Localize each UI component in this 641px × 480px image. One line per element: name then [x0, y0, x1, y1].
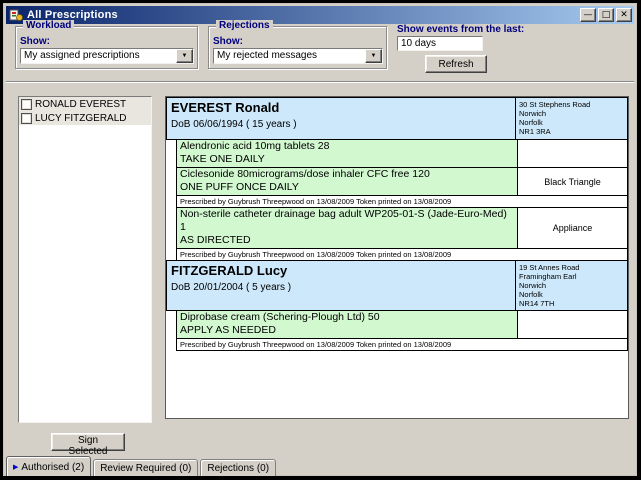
patient-header: EVEREST Ronald DoB 06/06/1994 ( 15 years …	[166, 97, 628, 140]
address-line: NR1 3RA	[519, 127, 624, 136]
patient-block: FITZGERALD Lucy DoB 20/01/2004 ( 5 years …	[166, 260, 628, 351]
workload-group-label: Workload	[23, 20, 74, 31]
prescription-annotation: Appliance	[517, 208, 627, 248]
tab-review-required-0[interactable]: Review Required (0)	[93, 459, 198, 476]
prescription-details: Diprobase cream (Schering-Plough Ltd) 50…	[177, 311, 517, 338]
prescription-details: Non-sterile catheter drainage bag adult …	[177, 208, 517, 248]
drug-directions: TAKE ONE DAILY	[180, 153, 514, 166]
active-tab-marker-icon: ▶	[13, 464, 18, 471]
prescription-details: Ciclesonide 80micrograms/dose inhaler CF…	[177, 168, 517, 195]
drug-directions: ONE PUFF ONCE DAILY	[180, 181, 514, 194]
address-line: Framingham Earl	[519, 272, 624, 281]
rejections-show-label: Show:	[213, 36, 243, 47]
sign-selected-button[interactable]: Sign Selected	[51, 433, 125, 451]
toolbar-divider	[6, 81, 634, 83]
refresh-button[interactable]: Refresh	[425, 55, 487, 73]
address-line: Norfolk	[519, 290, 624, 299]
patient-name: FITZGERALD Lucy	[171, 263, 511, 278]
tab-rejections-0[interactable]: Rejections (0)	[200, 459, 276, 476]
window-title: All Prescriptions	[27, 9, 578, 21]
bottom-tabstrip: ▶Authorised (2) Review Required (0) Reject…	[6, 457, 278, 476]
prescription-annotation	[517, 140, 627, 167]
patient-checklist[interactable]: RONALD EVEREST LUCY FITZGERALD	[18, 96, 152, 423]
rejections-dropdown-value: My rejected messages	[214, 49, 365, 63]
workload-dropdown[interactable]: My assigned prescriptions ▼	[20, 48, 194, 64]
prescription-items: Alendronic acid 10mg tablets 28TAKE ONE …	[176, 139, 628, 261]
tab-authorised-2[interactable]: ▶Authorised (2)	[6, 456, 91, 476]
workload-dropdown-value: My assigned prescriptions	[21, 49, 176, 63]
close-button[interactable]: ✕	[616, 8, 632, 22]
workload-groupbox: Workload Show: My assigned prescriptions…	[15, 26, 198, 69]
patient-address: 19 St Annes RoadFramingham EarlNorwichNo…	[515, 261, 627, 310]
address-line: Norwich	[519, 109, 624, 118]
tab-label: Authorised (2)	[21, 462, 84, 473]
prescription-annotation: Black Triangle	[517, 168, 627, 195]
drug-directions: APPLY AS NEEDED	[180, 324, 514, 337]
title-bar: All Prescriptions — □ ✕	[6, 6, 634, 24]
minimize-button[interactable]: —	[580, 8, 596, 22]
tab-label: Rejections (0)	[207, 463, 269, 474]
prescription-details: Alendronic acid 10mg tablets 28TAKE ONE …	[177, 140, 517, 167]
drug-name: Alendronic acid 10mg tablets 28	[180, 140, 514, 153]
address-line: Norwich	[519, 281, 624, 290]
patient-list-item[interactable]: LUCY FITZGERALD	[19, 111, 151, 125]
patient-dob: DoB 06/06/1994 ( 15 years )	[171, 119, 511, 130]
prescription-row[interactable]: Non-sterile catheter drainage bag adult …	[176, 207, 628, 249]
patient-dob: DoB 20/01/2004 ( 5 years )	[171, 282, 511, 293]
prescription-items: Diprobase cream (Schering-Plough Ltd) 50…	[176, 310, 628, 351]
prescription-row[interactable]: Diprobase cream (Schering-Plough Ltd) 50…	[176, 310, 628, 339]
patient-block: EVEREST Ronald DoB 06/06/1994 ( 15 years …	[166, 97, 628, 261]
workload-show-label: Show:	[20, 36, 50, 47]
patient-list-label: RONALD EVEREST	[35, 99, 126, 110]
address-line: 19 St Annes Road	[519, 263, 624, 272]
address-line: NR14 7TH	[519, 299, 624, 308]
patient-address: 30 St Stephens RoadNorwichNorfolkNR1 3RA	[515, 98, 627, 139]
chevron-down-icon[interactable]: ▼	[176, 49, 193, 63]
prescription-row[interactable]: Ciclesonide 80micrograms/dose inhaler CF…	[176, 167, 628, 196]
prescriptions-panel[interactable]: EVEREST Ronald DoB 06/06/1994 ( 15 years …	[165, 96, 629, 419]
rejections-groupbox: Rejections Show: My rejected messages ▼	[208, 26, 387, 69]
patient-checkbox[interactable]	[21, 99, 32, 110]
drug-directions: AS DIRECTED	[180, 234, 514, 247]
prescribed-by-line: Prescribed by Guybrush Threepwood on 13/…	[176, 338, 628, 351]
drug-name: Non-sterile catheter drainage bag adult …	[180, 208, 514, 234]
address-line: 30 St Stephens Road	[519, 100, 624, 109]
app-icon	[9, 8, 23, 22]
address-line: Norfolk	[519, 118, 624, 127]
patient-header-info: EVEREST Ronald DoB 06/06/1994 ( 15 years …	[167, 98, 515, 139]
maximize-button[interactable]: □	[598, 8, 614, 22]
drug-name: Diprobase cream (Schering-Plough Ltd) 50	[180, 311, 514, 324]
app-window: All Prescriptions — □ ✕ Workload Show: M…	[3, 3, 637, 476]
rejections-group-label: Rejections	[216, 20, 273, 31]
patient-list-item[interactable]: RONALD EVEREST	[19, 97, 151, 111]
patient-checkbox[interactable]	[21, 113, 32, 124]
prescription-annotation	[517, 311, 627, 338]
show-events-label: Show events from the last:	[397, 24, 524, 35]
rejections-dropdown[interactable]: My rejected messages ▼	[213, 48, 383, 64]
events-period-input[interactable]	[397, 36, 483, 51]
patient-list-label: LUCY FITZGERALD	[35, 113, 127, 124]
drug-name: Ciclesonide 80micrograms/dose inhaler CF…	[180, 168, 514, 181]
tab-label: Review Required (0)	[100, 463, 191, 474]
patient-name: EVEREST Ronald	[171, 100, 511, 115]
chevron-down-icon[interactable]: ▼	[365, 49, 382, 63]
patient-header: FITZGERALD Lucy DoB 20/01/2004 ( 5 years …	[166, 260, 628, 311]
prescription-row[interactable]: Alendronic acid 10mg tablets 28TAKE ONE …	[176, 139, 628, 168]
patient-header-info: FITZGERALD Lucy DoB 20/01/2004 ( 5 years …	[167, 261, 515, 310]
